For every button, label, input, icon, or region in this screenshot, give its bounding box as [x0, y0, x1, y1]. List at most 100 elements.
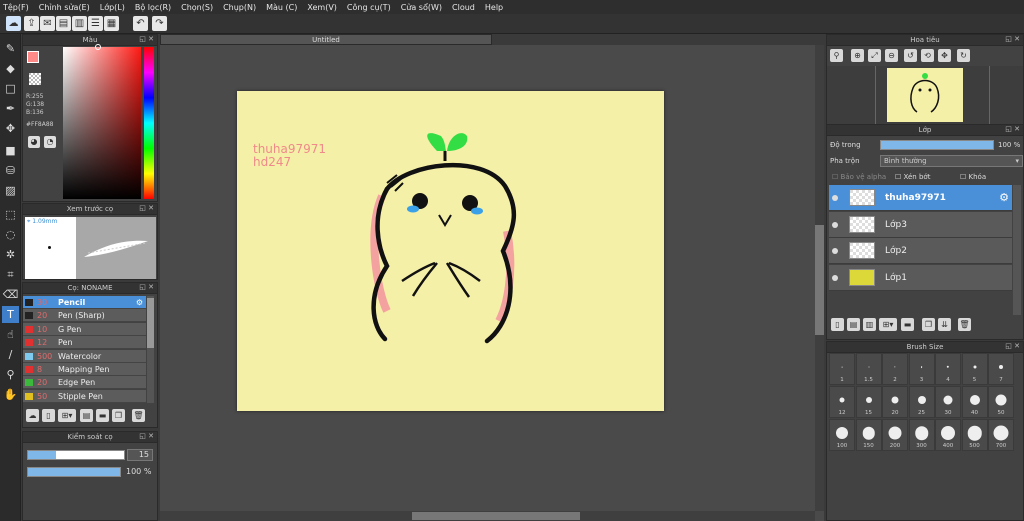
rotate-reset-icon[interactable]: ⟲: [921, 49, 934, 62]
document-tab[interactable]: Untitled: [160, 34, 492, 45]
brush-size-value[interactable]: 15: [127, 449, 153, 461]
export-icon[interactable]: ⇪: [24, 16, 39, 31]
visibility-toggle-icon[interactable]: [832, 274, 838, 281]
horizontal-scrollbar[interactable]: [160, 511, 815, 521]
layer-row[interactable]: Lớp1: [829, 264, 1012, 291]
menu-tools[interactable]: Công cụ(T): [347, 3, 391, 12]
merge-layer-icon[interactable]: ⇊: [938, 318, 951, 331]
pen-tool-icon[interactable]: ✒: [2, 100, 19, 117]
layer-opacity-slider[interactable]: [880, 140, 994, 150]
select-tool-icon[interactable]: ⬚: [2, 206, 19, 223]
duplicate-layer-icon[interactable]: ❐: [922, 318, 935, 331]
menu-file[interactable]: Tệp(F): [3, 3, 29, 12]
layer-folder-icon[interactable]: ▬: [901, 318, 914, 331]
select-pen-icon[interactable]: ⌗: [2, 266, 19, 283]
brush-folder-icon[interactable]: ▬: [96, 409, 109, 422]
text-tool-icon[interactable]: T: [2, 306, 19, 323]
new-brush-icon[interactable]: ▯: [42, 409, 55, 422]
brush-size-preset[interactable]: 500: [961, 419, 988, 451]
fill-rect-tool-icon[interactable]: ■: [2, 142, 19, 159]
panel-controls-icon[interactable]: ◱ ✕: [139, 204, 154, 212]
menu-view[interactable]: Xem(V): [307, 3, 337, 12]
rectangle-tool-icon[interactable]: □: [2, 80, 19, 97]
transparent-color-swatch[interactable]: [29, 73, 41, 85]
list-icon[interactable]: ☰: [88, 16, 103, 31]
brush-size-preset[interactable]: 25: [908, 386, 935, 418]
zoom-out-icon[interactable]: ⊖: [885, 49, 898, 62]
undo-icon[interactable]: ↶: [133, 16, 148, 31]
layer-row[interactable]: thuha97971 ⚙: [829, 185, 1012, 211]
blend-mode-select[interactable]: Bình thường ▾: [880, 155, 1023, 167]
rotate-right-icon[interactable]: ↻: [957, 49, 970, 62]
brush-list-item[interactable]: 8 Mapping Pen: [23, 363, 146, 376]
menu-window[interactable]: Cửa sổ(W): [401, 3, 442, 12]
delete-brush-icon[interactable]: 🗑: [132, 409, 145, 422]
menu-layer[interactable]: Lớp(L): [100, 3, 125, 12]
brush-list-item[interactable]: 20 Edge Pen: [23, 376, 146, 390]
brush-size-preset[interactable]: 50: [988, 386, 1014, 418]
brush-size-preset[interactable]: 100: [829, 419, 855, 451]
eyedropper-icon[interactable]: ⚲: [2, 366, 19, 383]
visibility-toggle-icon[interactable]: [832, 195, 838, 201]
brush-list-item[interactable]: 20 Pen (Sharp): [23, 309, 146, 323]
drawing-canvas[interactable]: thuha97971 hd247: [237, 91, 664, 411]
add-layer-menu-icon[interactable]: ⊞▾: [879, 318, 897, 331]
brush-size-preset[interactable]: 2: [882, 353, 908, 385]
delete-layer-icon[interactable]: 🗑: [958, 318, 971, 331]
comment-icon[interactable]: ✉: [40, 16, 55, 31]
brush-opacity-slider[interactable]: [27, 467, 121, 477]
brush-list-item[interactable]: 12 Pen: [23, 336, 146, 350]
menu-help[interactable]: Help: [485, 3, 503, 12]
brush-size-preset[interactable]: 1.5: [855, 353, 882, 385]
brush-size-preset[interactable]: 300: [908, 419, 935, 451]
panel-controls-icon[interactable]: ◱ ✕: [1005, 35, 1020, 43]
visibility-toggle-icon[interactable]: [832, 221, 838, 228]
menu-select[interactable]: Chọn(S): [181, 3, 213, 12]
panel-controls-icon[interactable]: ◱ ✕: [1005, 125, 1020, 133]
brush-list-scrollbar[interactable]: [147, 296, 154, 403]
gear-icon[interactable]: ⚙: [999, 191, 1009, 204]
navigator-preview[interactable]: [827, 66, 1023, 124]
brush-settings-icon[interactable]: ▤: [80, 409, 93, 422]
grid-icon[interactable]: ▦: [104, 16, 119, 31]
gear-icon[interactable]: ⚙: [136, 296, 143, 309]
new-8bit-layer-icon[interactable]: ▥: [863, 318, 876, 331]
new-layer-icon[interactable]: ▯: [831, 318, 844, 331]
saturation-value-picker[interactable]: [63, 47, 141, 199]
bucket-tool-icon[interactable]: ⛁: [2, 162, 19, 179]
palette-icon[interactable]: ◕: [28, 136, 40, 148]
add-brush-menu-icon[interactable]: ⊞▾: [58, 409, 76, 422]
brush-size-preset[interactable]: 4: [935, 353, 961, 385]
fit-icon[interactable]: ⤢: [868, 49, 881, 62]
zoom-icon[interactable]: ⚲: [830, 49, 843, 62]
magic-wand-icon[interactable]: ✲: [2, 246, 19, 263]
lasso-tool-icon[interactable]: ◌: [2, 226, 19, 243]
brush-size-preset[interactable]: 5: [961, 353, 988, 385]
flip-icon[interactable]: ✥: [938, 49, 951, 62]
rotate-left-icon[interactable]: ↺: [904, 49, 917, 62]
menu-cloud[interactable]: Cloud: [452, 3, 475, 12]
brush-list-item[interactable]: 50 Stipple Pen: [23, 389, 146, 403]
layer-row[interactable]: Lớp2: [829, 238, 1012, 264]
color-wheel-icon[interactable]: ◔: [44, 136, 56, 148]
panel-controls-icon[interactable]: ◱ ✕: [139, 432, 154, 440]
brush-cloud-icon[interactable]: ☁: [26, 409, 39, 422]
menu-edit[interactable]: Chỉnh sửa(E): [39, 3, 90, 12]
message-icon[interactable]: ▤: [56, 16, 71, 31]
brush-size-preset[interactable]: 15: [855, 386, 882, 418]
protect-alpha-checkbox[interactable]: ☐ Bảo vệ alpha: [832, 173, 886, 181]
brush-size-preset[interactable]: 12: [829, 386, 855, 418]
foreground-color-swatch[interactable]: [27, 51, 39, 63]
brush-size-preset[interactable]: 30: [935, 386, 961, 418]
hand-tool-icon[interactable]: ✋: [2, 386, 19, 403]
clipping-checkbox[interactable]: ☐ Xén bớt: [895, 173, 930, 181]
panel-controls-icon[interactable]: ◱ ✕: [139, 283, 154, 291]
brush-size-slider[interactable]: [27, 450, 125, 460]
brush-size-preset[interactable]: 700: [988, 419, 1014, 451]
hue-slider[interactable]: [144, 47, 154, 199]
layer-list-scrollbar[interactable]: [1013, 185, 1021, 315]
eraser-tool-icon[interactable]: ◆: [2, 60, 19, 77]
brush-list-item[interactable]: 10 G Pen: [23, 322, 146, 336]
duplicate-brush-icon[interactable]: ❐: [112, 409, 125, 422]
layer-row[interactable]: Lớp3: [829, 211, 1012, 238]
